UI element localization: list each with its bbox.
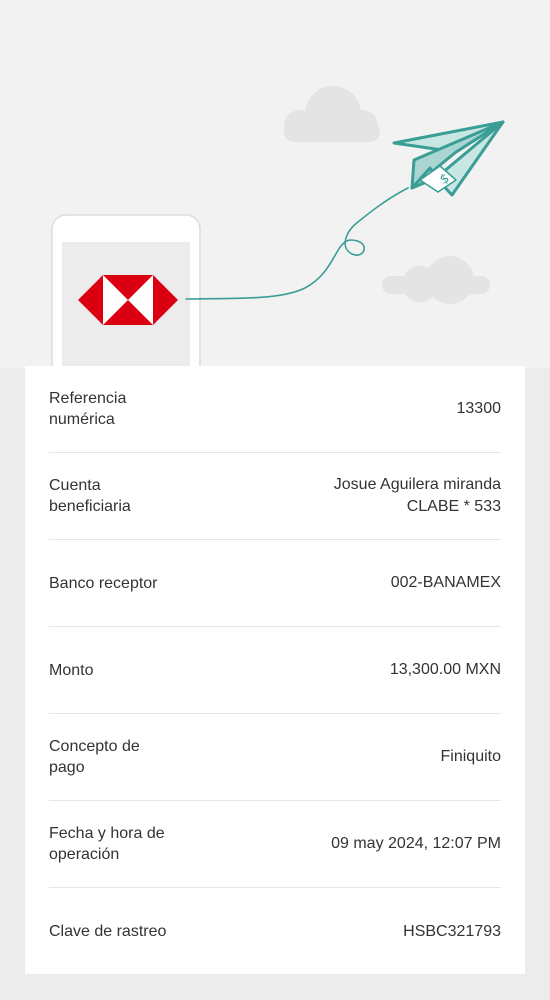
detail-label: Cuenta beneficiaria — [49, 477, 131, 515]
detail-value: 002-BANAMEX — [390, 574, 501, 591]
detail-row-cuenta: Cuenta beneficiaria Josue Aguilera miran… — [49, 453, 501, 540]
detail-row-clave: Clave de rastreo HSBC321793 — [49, 888, 501, 975]
detail-value: 09 may 2024, 12:07 PM — [331, 835, 501, 852]
detail-value: Finiquito — [440, 748, 501, 765]
cloud-icon — [284, 86, 380, 142]
detail-label: Referencia numérica — [49, 390, 127, 428]
transfer-illustration: $ — [0, 0, 550, 368]
detail-label: Clave de rastreo — [49, 923, 167, 940]
detail-row-monto: Monto 13,300.00 MXN — [49, 627, 501, 714]
detail-row-banco: Banco receptor 002-BANAMEX — [49, 540, 501, 627]
detail-row-concepto: Concepto de pago Finiquito — [49, 714, 501, 801]
transfer-details-card: Referencia numérica 13300 Cuenta benefic… — [25, 366, 525, 974]
detail-value: HSBC321793 — [403, 922, 501, 940]
detail-value: Josue Aguilera miranda CLABE * 533 — [333, 476, 501, 515]
detail-value: 13,300.00 MXN — [389, 661, 501, 678]
paper-plane-icon: $ — [392, 120, 505, 197]
flight-path — [185, 187, 409, 300]
detail-row-referencia: Referencia numérica 13300 — [49, 366, 501, 453]
detail-row-fecha: Fecha y hora de operación 09 may 2024, 1… — [49, 801, 501, 888]
detail-label: Banco receptor — [49, 574, 158, 592]
detail-label: Monto — [49, 661, 94, 679]
detail-value: 13300 — [456, 400, 502, 417]
detail-label: Fecha y hora de operación — [49, 825, 165, 863]
detail-label: Concepto de pago — [49, 738, 140, 776]
cloud-icon — [382, 256, 490, 304]
